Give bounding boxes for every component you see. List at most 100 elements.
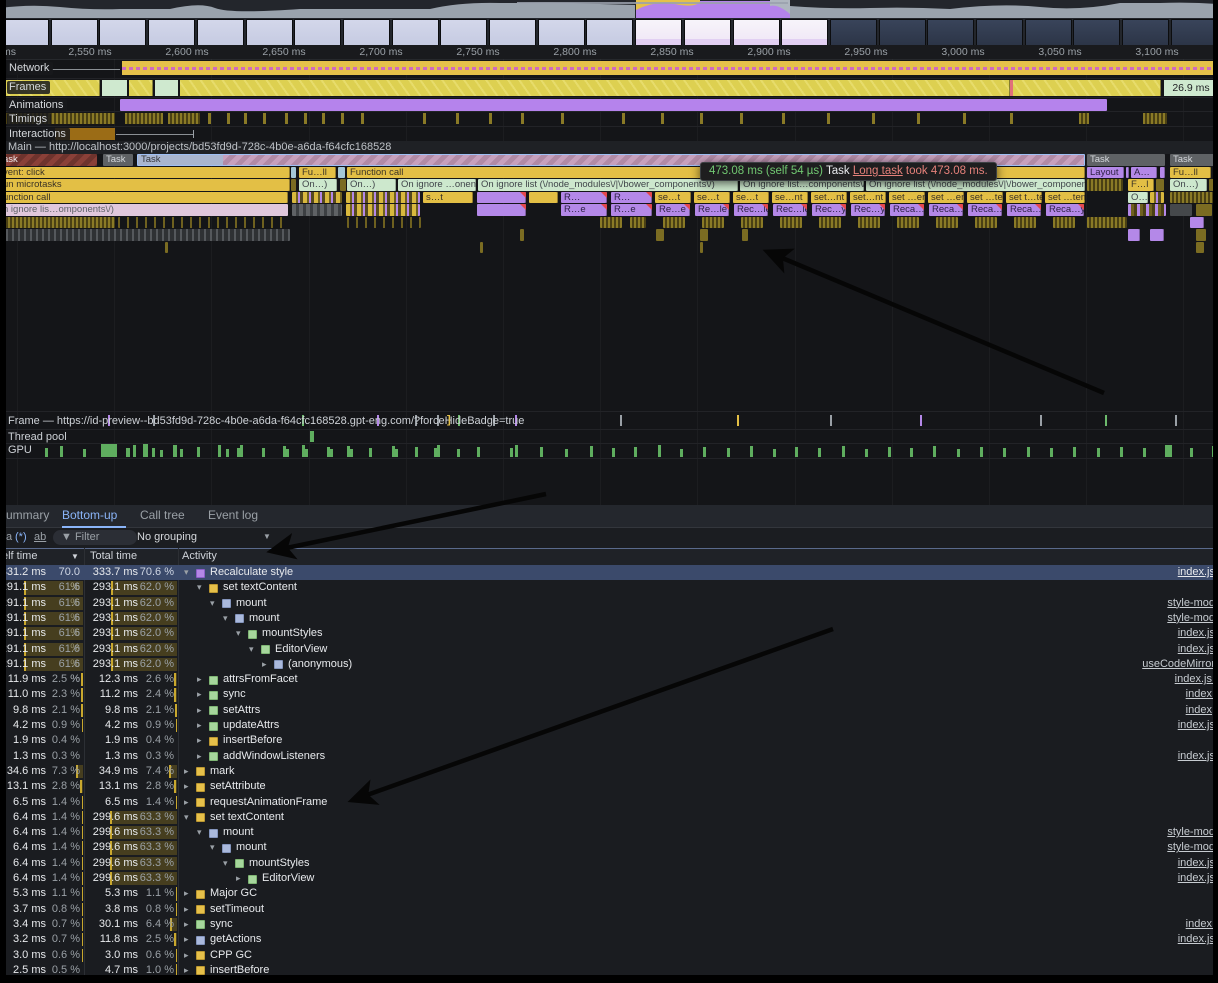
frame-duration-badge[interactable]: 26.9 ms	[1164, 80, 1218, 96]
flame-segment-sliver[interactable]	[291, 167, 296, 179]
flame-segment-sliver[interactable]	[1128, 229, 1140, 241]
flame-segment-sliver[interactable]	[529, 192, 558, 204]
flame-segment-sliver[interactable]	[936, 217, 958, 229]
filmstrip-thumbnail[interactable]	[879, 19, 926, 46]
flame-segment[interactable]: set t…tent	[1006, 192, 1042, 204]
flame-segment-sliver[interactable]	[346, 192, 420, 204]
flame-segment[interactable]: Layout	[1087, 167, 1124, 179]
frame-segment[interactable]	[129, 80, 153, 96]
table-row[interactable]: 6.4 ms1.4 %299.6 ms63.3 %▸EditorViewinde…	[0, 871, 1218, 886]
frame-segment[interactable]	[102, 80, 127, 96]
flame-segment-sliver[interactable]	[347, 217, 421, 229]
filmstrip-thumbnail[interactable]	[635, 19, 682, 46]
regex-icon[interactable]: (*)	[15, 531, 27, 543]
source-link[interactable]: index.js	[1178, 871, 1215, 886]
expander-closed-icon[interactable]: ▸	[184, 932, 189, 947]
flame-segment[interactable]: On…)	[347, 179, 396, 191]
expander-closed-icon[interactable]: ▸	[184, 795, 189, 810]
flame-segment[interactable]: unction call	[0, 192, 288, 204]
frames-track-label[interactable]: Frames	[7, 81, 50, 94]
flame-segment-sliver[interactable]	[858, 217, 880, 229]
flame-segment[interactable]: set …tent	[967, 192, 1003, 204]
expander-open-icon[interactable]: ▾	[223, 611, 228, 626]
flame-segment[interactable]: Task	[103, 154, 133, 166]
flame-segment-sliver[interactable]	[897, 217, 919, 229]
table-row[interactable]: 6.4 ms1.4 %299.6 ms63.3 %▾mountstyle-mod	[0, 840, 1218, 855]
filmstrip-thumbnail[interactable]	[586, 19, 633, 46]
filmstrip-thumbnail[interactable]	[976, 19, 1023, 46]
expander-open-icon[interactable]: ▾	[210, 840, 215, 855]
chevron-down-icon[interactable]: ▼	[263, 532, 271, 541]
flame-segment[interactable]: Reca…yle	[1046, 204, 1084, 216]
interactions-track-label[interactable]: Interactions	[7, 128, 70, 141]
table-row[interactable]: 1.3 ms0.3 %1.3 ms0.3 %▸addWindowListener…	[0, 749, 1218, 764]
expander-open-icon[interactable]: ▾	[197, 825, 202, 840]
flame-segment[interactable]: Rec…le	[734, 204, 768, 216]
flame-segment[interactable]: R…e	[611, 204, 652, 216]
flame-segment-sliver[interactable]	[346, 204, 420, 216]
expander-open-icon[interactable]: ▾	[210, 596, 215, 611]
expander-closed-icon[interactable]: ▸	[262, 657, 267, 672]
filmstrip-thumbnail[interactable]	[99, 19, 146, 46]
source-link[interactable]: style-mod	[1167, 611, 1215, 626]
flame-segment[interactable]: Rec…yle	[851, 204, 885, 216]
filmstrip-thumbnail[interactable]	[197, 19, 244, 46]
flame-segment[interactable]: se…t	[694, 192, 730, 204]
table-row[interactable]: 9.8 ms2.1 %9.8 ms2.1 %▸setAttrsindex,	[0, 703, 1218, 718]
flame-segment-sliver[interactable]	[1196, 242, 1204, 254]
flame-segment[interactable]: Re…e	[656, 204, 690, 216]
flame-segment[interactable]: vent: click	[0, 167, 290, 179]
flame-segment-sliver[interactable]	[165, 242, 168, 254]
flame-segment-sliver[interactable]	[700, 229, 708, 241]
flame-segment[interactable]: On…)	[299, 179, 337, 191]
filmstrip-thumbnail[interactable]	[2, 19, 49, 46]
flame-segment-sliver[interactable]	[1126, 167, 1129, 179]
flame-segment-sliver[interactable]	[338, 167, 345, 179]
table-row[interactable]: 291.1 ms61.6 %293.1 ms62.0 %▾mountstyle-…	[0, 596, 1218, 611]
frame-segment[interactable]	[180, 80, 1010, 96]
source-link[interactable]: style-mod	[1167, 840, 1215, 855]
expander-closed-icon[interactable]: ▸	[184, 764, 189, 779]
main-flame-chart[interactable]: askTaskTaskTaskTaskvent: clickFu…llFunct…	[0, 154, 1218, 254]
filmstrip-thumbnail[interactable]	[1073, 19, 1120, 46]
timeline-minimap[interactable]	[0, 0, 1218, 45]
filmstrip-thumbnail[interactable]	[1025, 19, 1072, 46]
flame-segment-sliver[interactable]	[1190, 217, 1204, 229]
screenshot-filmstrip[interactable]	[0, 18, 1218, 45]
animations-track-label[interactable]: Animations	[7, 99, 67, 112]
filmstrip-thumbnail[interactable]	[489, 19, 536, 46]
flame-segment[interactable]: se…t	[655, 192, 691, 204]
source-link[interactable]: index.js	[1178, 932, 1215, 947]
flame-segment[interactable]: Task	[1087, 154, 1165, 166]
expander-open-icon[interactable]: ▾	[223, 856, 228, 871]
expander-closed-icon[interactable]: ▸	[197, 672, 202, 687]
network-track-label[interactable]: Network	[7, 62, 53, 75]
flame-segment[interactable]: ask	[0, 154, 97, 166]
expander-open-icon[interactable]: ▾	[236, 626, 241, 641]
table-row[interactable]: 6.4 ms1.4 %299.6 ms63.3 %▾mountStylesind…	[0, 856, 1218, 871]
source-link[interactable]: index.js	[1178, 856, 1215, 871]
flame-segment[interactable]: Fu…ll	[299, 167, 336, 179]
flame-segment[interactable]: F…l	[1128, 179, 1154, 191]
filmstrip-thumbnail[interactable]	[51, 19, 98, 46]
flame-segment[interactable]: Reca…tyle	[968, 204, 1002, 216]
animations-track-bar[interactable]	[120, 99, 1107, 111]
flame-segment[interactable]: s…t	[423, 192, 473, 204]
table-row[interactable]: 3.4 ms0.7 %30.1 ms6.4 %▸syncindex.	[0, 917, 1218, 932]
flame-segment[interactable]: Reca…yle	[1007, 204, 1041, 216]
flame-segment-sliver[interactable]	[741, 217, 763, 229]
source-link[interactable]: index,	[1186, 703, 1215, 718]
flame-segment-sliver[interactable]	[0, 217, 115, 229]
filmstrip-thumbnail[interactable]	[733, 19, 780, 46]
flame-segment[interactable]: Reca…yle	[929, 204, 963, 216]
flame-segment-sliver[interactable]	[1053, 217, 1075, 229]
tab-ummary[interactable]: ummary	[6, 505, 54, 526]
frame-segment[interactable]	[155, 80, 178, 96]
flame-segment-sliver[interactable]	[702, 217, 724, 229]
grouping-dropdown[interactable]: No grouping	[137, 531, 197, 543]
flame-segment-sliver[interactable]	[1150, 192, 1164, 204]
table-row[interactable]: 291.1 ms61.6 %293.1 ms62.0 %▾set textCon…	[0, 580, 1218, 595]
table-row[interactable]: 1.9 ms0.4 %1.9 ms0.4 %▸insertBefore	[0, 733, 1218, 748]
expander-closed-icon[interactable]: ▸	[197, 703, 202, 718]
flame-segment-sliver[interactable]	[291, 179, 296, 191]
